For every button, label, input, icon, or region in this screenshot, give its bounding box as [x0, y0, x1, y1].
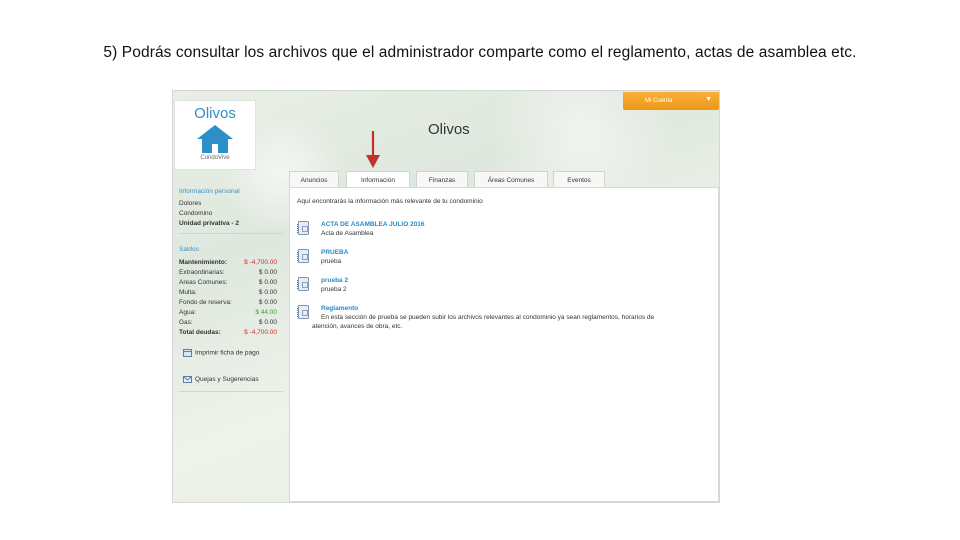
file-description: prueba 2: [321, 286, 347, 293]
house-icon: [197, 125, 233, 153]
balances-header: Saldos: [179, 246, 199, 253]
notebook-icon: [297, 221, 309, 235]
calendar-icon: [183, 349, 192, 357]
notebook-icon: [297, 249, 309, 263]
mail-icon: [183, 376, 192, 383]
personal-role: Condomino: [179, 210, 213, 217]
chevron-down-icon: ▼: [705, 96, 712, 103]
balance-row: Areas Comunes: $ 0.00: [179, 279, 277, 286]
tab-areas-comunes[interactable]: Áreas Comunes: [474, 171, 548, 188]
balance-row: Gas: $ 0.00: [179, 319, 277, 326]
app-screenshot: Olivos CondoVive Mi Cuenta ▼ Olivos Anun…: [172, 90, 720, 503]
file-description-continued: atención, avances de obra, etc.: [312, 323, 403, 330]
logo[interactable]: Olivos CondoVive: [174, 100, 256, 170]
file-name[interactable]: prueba 2: [321, 277, 348, 284]
divider: [179, 391, 283, 392]
complaints-label: Quejas y Sugerencias: [195, 376, 259, 384]
complaints-link[interactable]: Quejas y Sugerencias: [183, 376, 259, 383]
tab-anuncios[interactable]: Anuncios: [289, 171, 339, 188]
account-label: Mi Cuenta: [645, 98, 673, 104]
balance-row: Multa: $ 0.00: [179, 289, 277, 296]
balance-row: Extraordinarias: $ 0.00: [179, 269, 277, 276]
print-payment-link[interactable]: Imprimir ficha de pago: [183, 349, 259, 357]
file-description: Acta de Asamblea: [321, 230, 374, 237]
slide-caption: 5) Podrás consultar los archivos que el …: [103, 44, 857, 61]
balance-row: Mantenimiento: $ -4,700.00: [179, 259, 277, 266]
personal-info-header: Información personal: [179, 188, 240, 195]
notebook-icon: [297, 305, 309, 319]
site-title: Olivos: [428, 121, 470, 138]
file-name[interactable]: Reglamento: [321, 305, 358, 312]
info-panel: Aquí encontrarás la información más rele…: [289, 187, 719, 502]
notebook-icon: [297, 277, 309, 291]
personal-name: Dolores: [179, 200, 202, 207]
red-arrow-annotation: [366, 131, 380, 168]
file-name[interactable]: PRUEBA: [321, 249, 348, 256]
balance-row: Total deudas: $ -4,700.00: [179, 329, 277, 336]
file-description: prueba: [321, 258, 342, 265]
info-intro: Aquí encontrarás la información más rele…: [297, 198, 483, 205]
balance-row: Agua: $ 44.00: [179, 309, 277, 316]
tab-finanzas[interactable]: Finanzas: [416, 171, 468, 188]
logo-title: Olivos: [194, 105, 236, 122]
file-description: En esta sección de prueba se pueden subi…: [321, 314, 655, 321]
logo-subtitle: CondoVive: [200, 155, 230, 161]
personal-unit: Unidad privativa - 2: [179, 220, 239, 227]
tab-eventos[interactable]: Eventos: [553, 171, 605, 188]
divider: [179, 233, 283, 234]
file-name[interactable]: ACTA DE ASAMBLEA JULIO 2016: [321, 221, 425, 228]
balance-row: Fondo de reserva: $ 0.00: [179, 299, 277, 306]
account-menu[interactable]: Mi Cuenta ▼: [623, 92, 719, 110]
print-payment-label: Imprimir ficha de pago: [195, 349, 260, 357]
